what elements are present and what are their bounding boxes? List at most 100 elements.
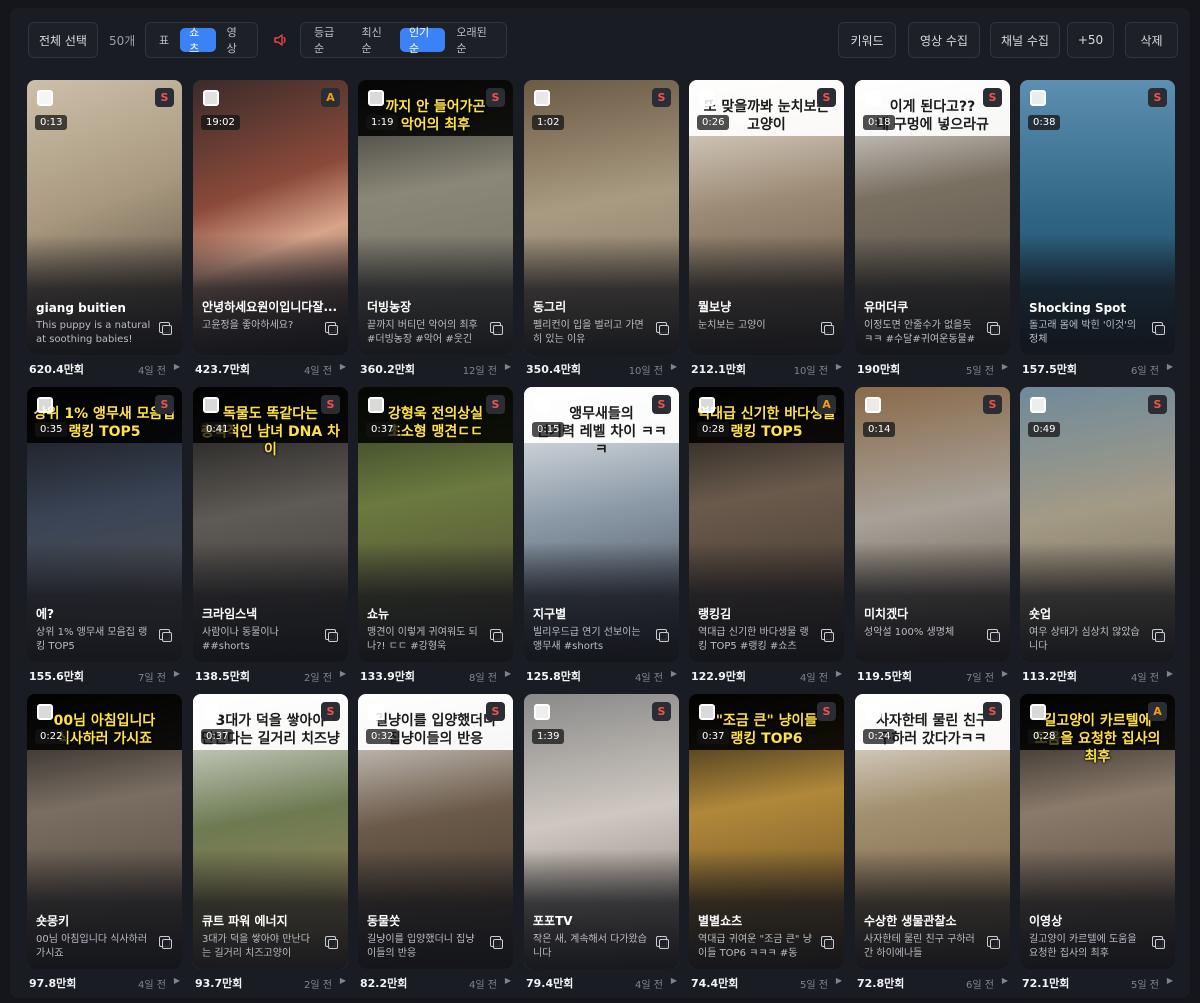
select-checkbox[interactable] xyxy=(865,704,881,720)
video-thumbnail[interactable]: 상위 1% 앵무새 모음집 랭킹 TOP5 S 0:35 에? 상위 1% 앵무새 모음… xyxy=(27,387,182,662)
video-card[interactable]: S 0:13 giang buitien This puppy is a natura… xyxy=(27,80,182,380)
play-icon[interactable]: ▶ xyxy=(174,362,180,371)
video-thumbnail[interactable]: S 0:14 미치겠다 성악설 100% 생명체 xyxy=(855,387,1010,662)
play-icon[interactable]: ▶ xyxy=(836,362,842,371)
select-checkbox[interactable] xyxy=(203,704,219,720)
select-checkbox[interactable] xyxy=(865,90,881,106)
copy-icon[interactable] xyxy=(490,629,503,642)
select-checkbox[interactable] xyxy=(534,90,550,106)
video-thumbnail[interactable]: S 0:49 숏업 여우 상태가 심상치 않았습니다 xyxy=(1020,387,1175,662)
video-card[interactable]: 이게 된다고?? 내 구멍에 넣으라규S0:18유머더쿠이정도면 안줄수가 없을… xyxy=(855,80,1010,380)
select-checkbox[interactable] xyxy=(203,90,219,106)
play-icon[interactable]: ▶ xyxy=(340,976,346,985)
play-icon[interactable]: ▶ xyxy=(340,669,346,678)
select-checkbox[interactable] xyxy=(37,90,53,106)
view-mode-option-2[interactable]: 영상 xyxy=(218,26,253,55)
play-icon[interactable]: ▶ xyxy=(1002,362,1008,371)
video-card[interactable]: 00님 아침입니다 식사하러 가시죠 0:22 숏몽키 00님 아침입니다 식사하러 … xyxy=(27,694,182,994)
play-icon[interactable]: ▶ xyxy=(1002,976,1008,985)
copy-icon[interactable] xyxy=(821,322,834,335)
video-card[interactable]: S 1:39 포포TV 작은 새, 계속해서 다가왔습니다 79.4만회 4일 전 ▶ xyxy=(524,694,679,994)
video-card[interactable]: A 19:02 안녕하세요원이입니다잘... 고윤정을 좋아하세요? 423.7만회 4일… xyxy=(193,80,348,380)
play-icon[interactable]: ▶ xyxy=(174,976,180,985)
video-card[interactable]: 3대가 덕을 쌓아야 만난다는 길거리 치즈냥S0:37큐트 파워 에너지3대가… xyxy=(193,694,348,994)
video-thumbnail[interactable]: S 0:13 giang buitien This puppy is a natura… xyxy=(27,80,182,355)
copy-icon[interactable] xyxy=(159,629,172,642)
video-thumbnail[interactable]: 길고양이 카르텔에 도움을 요청한 집사의 최후A0:28이영상길고양이 카르텔… xyxy=(1020,694,1175,969)
video-card[interactable]: S 1:02 동그리 펠리컨이 입을 벌리고 가면 히 있는 이유 350.4만회 10일… xyxy=(524,80,679,380)
play-icon[interactable]: ▶ xyxy=(1167,669,1173,678)
view-mode-option-0[interactable]: 표 xyxy=(150,28,178,52)
play-icon[interactable]: ▶ xyxy=(505,362,511,371)
play-icon[interactable]: ▶ xyxy=(836,976,842,985)
select-checkbox[interactable] xyxy=(37,397,53,413)
copy-icon[interactable] xyxy=(1152,936,1165,949)
select-all-button[interactable]: 전체 선택 xyxy=(28,22,98,58)
copy-icon[interactable] xyxy=(656,322,669,335)
video-thumbnail[interactable]: S 1:39 포포TV 작은 새, 계속해서 다가왔습니다 xyxy=(524,694,679,969)
video-thumbnail[interactable]: 또 맞을까봐 눈치보는 고양이 S 0:26 뭘보냥 눈치보는 고양이 xyxy=(689,80,844,355)
copy-icon[interactable] xyxy=(490,936,503,949)
play-icon[interactable]: ▶ xyxy=(505,976,511,985)
video-thumbnail[interactable]: S 0:38 Shocking Spot 돌고래 몸에 박힌 '이것'의 정체 xyxy=(1020,80,1175,355)
play-icon[interactable]: ▶ xyxy=(174,669,180,678)
copy-icon[interactable] xyxy=(987,629,1000,642)
copy-icon[interactable] xyxy=(987,936,1000,949)
select-checkbox[interactable] xyxy=(865,397,881,413)
video-card[interactable]: 사자한테 물린 친구 구하러 갔다가ㅋㅋ S 0:24 수상한 생물관찰소 사자한테 물… xyxy=(855,694,1010,994)
copy-icon[interactable] xyxy=(490,322,503,335)
play-icon[interactable]: ▶ xyxy=(671,362,677,371)
copy-icon[interactable] xyxy=(325,936,338,949)
select-checkbox[interactable] xyxy=(534,397,550,413)
play-icon[interactable]: ▶ xyxy=(1167,976,1173,985)
video-card[interactable]: 강형욱 전의상실 초소형 맹견ㄷㄷ S 0:37 쇼뉴 맹견이 이렇게 귀여워도 되나?… xyxy=(358,387,513,687)
play-icon[interactable]: ▶ xyxy=(671,976,677,985)
copy-icon[interactable] xyxy=(821,629,834,642)
play-icon[interactable]: ▶ xyxy=(1167,362,1173,371)
video-card[interactable]: 또 맞을까봐 눈치보는 고양이 S 0:26 뭘보냥 눈치보는 고양이 212.1만회 10… xyxy=(689,80,844,380)
select-checkbox[interactable] xyxy=(699,397,715,413)
copy-icon[interactable] xyxy=(159,322,172,335)
video-thumbnail[interactable]: 강형욱 전의상실 초소형 맹견ㄷㄷ S 0:37 쇼뉴 맹견이 이렇게 귀여워도 되나?… xyxy=(358,387,513,662)
select-checkbox[interactable] xyxy=(1030,90,1046,106)
select-checkbox[interactable] xyxy=(1030,704,1046,720)
keyword-button[interactable]: 키워드 xyxy=(838,22,896,58)
collect-videos-button[interactable]: 영상 수집 xyxy=(908,22,980,58)
sort-option-0[interactable]: 등급순 xyxy=(305,26,350,55)
select-checkbox[interactable] xyxy=(534,704,550,720)
video-thumbnail[interactable]: 독물도 똑같다는 충격적인 남녀 DNA 차이S0:41크라임스낵사람이나 동물… xyxy=(193,387,348,662)
copy-icon[interactable] xyxy=(821,936,834,949)
video-thumbnail[interactable]: 00님 아침입니다 식사하러 가시죠 0:22 숏몽키 00님 아침입니다 식사하러 … xyxy=(27,694,182,969)
video-thumbnail[interactable]: 사자한테 물린 친구 구하러 갔다가ㅋㅋ S 0:24 수상한 생물관찰소 사자한테 물… xyxy=(855,694,1010,969)
video-card[interactable]: "조금 큰" 냥이들 랭킹 TOP6 S 0:37 별별쇼츠 역대급 귀여운 "조금 큰… xyxy=(689,694,844,994)
video-card[interactable]: 독물도 똑같다는 충격적인 남녀 DNA 차이S0:41크라임스낵사람이나 동물… xyxy=(193,387,348,687)
select-checkbox[interactable] xyxy=(203,397,219,413)
select-checkbox[interactable] xyxy=(699,704,715,720)
video-card[interactable]: 앵무새들의 연기력 레벨 차이 ㅋㅋㅋS0:15지구별빌리우드급 연기 선보이는… xyxy=(524,387,679,687)
select-checkbox[interactable] xyxy=(368,90,384,106)
select-checkbox[interactable] xyxy=(699,90,715,106)
video-thumbnail[interactable]: S 1:02 동그리 펠리컨이 입을 벌리고 가면 히 있는 이유 xyxy=(524,80,679,355)
copy-icon[interactable] xyxy=(656,629,669,642)
play-icon[interactable]: ▶ xyxy=(505,669,511,678)
play-icon[interactable]: ▶ xyxy=(671,669,677,678)
select-checkbox[interactable] xyxy=(368,704,384,720)
video-thumbnail[interactable]: 3대가 덕을 쌓아야 만난다는 길거리 치즈냥S0:37큐트 파워 에너지3대가… xyxy=(193,694,348,969)
copy-icon[interactable] xyxy=(1152,322,1165,335)
play-icon[interactable]: ▶ xyxy=(340,362,346,371)
copy-icon[interactable] xyxy=(325,322,338,335)
video-card[interactable]: S 0:14 미치겠다 성악설 100% 생명체 119.5만회 7일 전 ▶ xyxy=(855,387,1010,687)
video-card[interactable]: 상위 1% 앵무새 모음집 랭킹 TOP5 S 0:35 에? 상위 1% 앵무새 모음… xyxy=(27,387,182,687)
video-thumbnail[interactable]: 앵무새들의 연기력 레벨 차이 ㅋㅋㅋS0:15지구별빌리우드급 연기 선보이는… xyxy=(524,387,679,662)
video-card[interactable]: S 0:49 숏업 여우 상태가 심상치 않았습니다 113.2만회 4일 전 ▶ xyxy=(1020,387,1175,687)
select-checkbox[interactable] xyxy=(368,397,384,413)
copy-icon[interactable] xyxy=(987,322,1000,335)
sort-option-1[interactable]: 최신순 xyxy=(352,26,397,55)
view-mode-option-1[interactable]: 쇼츠 xyxy=(180,26,216,55)
select-checkbox[interactable] xyxy=(1030,397,1046,413)
delete-button[interactable]: 삭제 xyxy=(1125,22,1178,58)
speaker-icon[interactable] xyxy=(269,22,293,58)
sort-option-3[interactable]: 오래된순 xyxy=(447,26,502,55)
collect-channels-button[interactable]: 채널 수집 xyxy=(990,22,1060,58)
video-card[interactable]: 역대급 신기한 바다생물 랭킹 TOP5 A 0:28 랭킹김 역대급 신기한 바다생물… xyxy=(689,387,844,687)
